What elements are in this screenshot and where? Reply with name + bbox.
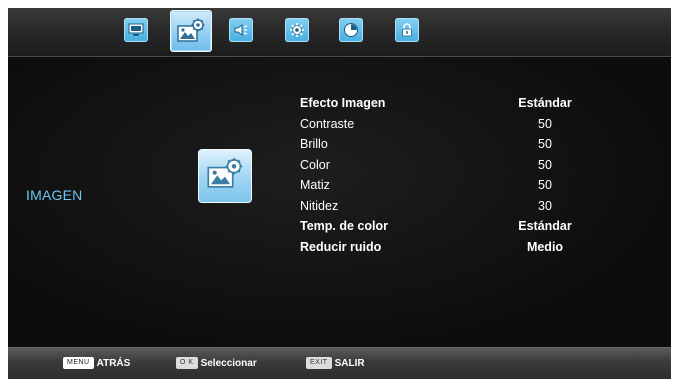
- menu-item-nitidez[interactable]: Nitidez 30: [300, 196, 590, 217]
- speaker-icon: [233, 23, 249, 37]
- picture-settings-list: Efecto Imagen Estándar Contraste 50 Bril…: [300, 93, 590, 257]
- tab-lock[interactable]: [395, 18, 419, 42]
- menu-item-value: Estándar: [518, 96, 572, 110]
- section-icon: [198, 149, 252, 203]
- menu-tab-bar: [8, 8, 671, 57]
- exit-hint[interactable]: EXIT SALIR: [306, 357, 365, 369]
- picture-settings-icon: [176, 17, 206, 45]
- picture-settings-icon: [205, 156, 245, 196]
- picture-menu-panel: IMAGEN Efecto Imagen Estándar Contraste: [8, 57, 671, 347]
- menu-item-value: 50: [538, 137, 552, 151]
- menu-item-value: Estándar: [518, 219, 572, 233]
- menu-item-value: 50: [538, 116, 552, 131]
- back-hint[interactable]: MENU ATRÁS: [63, 357, 130, 369]
- gear-icon: [289, 22, 305, 38]
- menu-item-value: Medio: [526, 239, 564, 254]
- exit-label: SALIR: [334, 357, 365, 369]
- tab-picture[interactable]: [170, 10, 212, 52]
- menu-item-label: Efecto Imagen: [300, 96, 386, 110]
- tab-channel[interactable]: [124, 18, 148, 42]
- menu-item-label: Brillo: [300, 137, 328, 151]
- menu-key: MENU: [63, 357, 94, 369]
- exit-key: EXIT: [306, 357, 332, 369]
- menu-item-label: Temp. de color: [300, 219, 388, 233]
- menu-item-label: Contraste: [300, 116, 355, 131]
- section-title: IMAGEN: [26, 187, 83, 203]
- menu-item-contraste[interactable]: Contraste 50: [300, 114, 590, 135]
- menu-item-efecto-imagen[interactable]: Efecto Imagen Estándar: [300, 93, 590, 114]
- back-label: ATRÁS: [96, 357, 131, 369]
- tab-sound[interactable]: [229, 18, 253, 42]
- tv-icon: [128, 23, 144, 37]
- menu-item-brillo[interactable]: Brillo 50: [300, 134, 590, 155]
- lock-icon: [399, 22, 415, 38]
- menu-item-label: Nitidez: [300, 198, 339, 213]
- menu-item-value: 50: [538, 178, 552, 192]
- menu-item-temp-color[interactable]: Temp. de color Estándar: [300, 216, 590, 237]
- tv-menu-screen: IMAGEN Efecto Imagen Estándar Contraste: [8, 8, 671, 379]
- menu-item-label: Reducir ruido: [300, 239, 382, 254]
- menu-item-value: 50: [538, 157, 552, 172]
- clock-icon: [343, 22, 359, 38]
- menu-item-color[interactable]: Color 50: [300, 155, 590, 176]
- menu-item-label: Matiz: [300, 178, 330, 192]
- menu-item-matiz[interactable]: Matiz 50: [300, 175, 590, 196]
- menu-item-label: Color: [300, 157, 330, 172]
- select-hint[interactable]: O K Seleccionar: [176, 357, 257, 369]
- footer-hint-bar: MENU ATRÁS O K Seleccionar EXIT SALIR: [8, 347, 671, 379]
- menu-item-reducir-ruido[interactable]: Reducir ruido Medio: [300, 237, 590, 258]
- menu-item-value: 30: [538, 198, 552, 213]
- ok-key: O K: [176, 357, 198, 369]
- tab-time[interactable]: [339, 18, 363, 42]
- select-label: Seleccionar: [200, 357, 257, 369]
- tab-settings[interactable]: [285, 18, 309, 42]
